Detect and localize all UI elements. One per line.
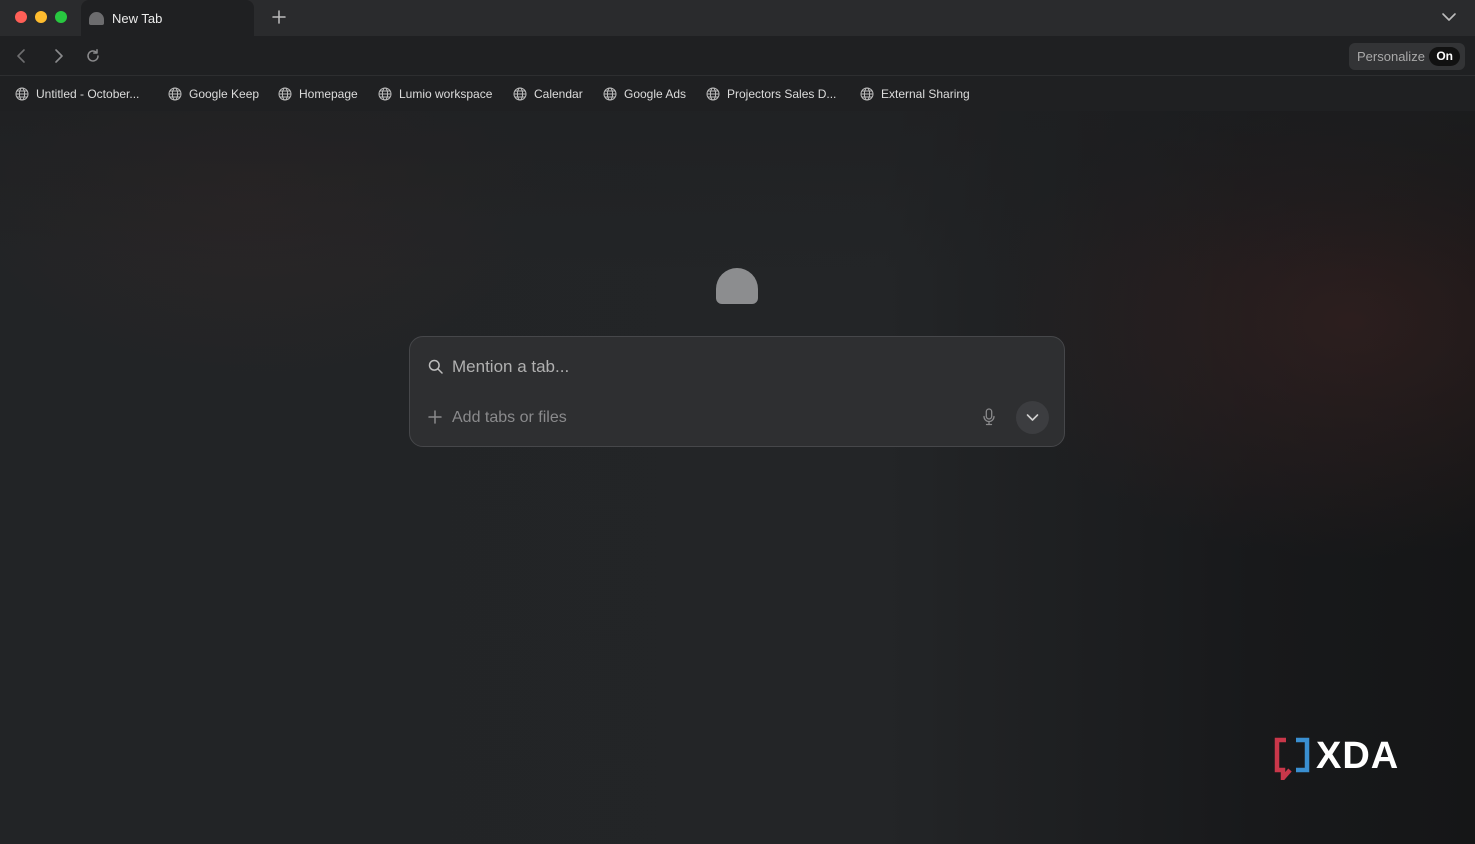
bookmark-item[interactable]: Homepage	[278, 86, 358, 102]
minimize-window-button[interactable]	[35, 11, 47, 23]
tab-title: New Tab	[112, 10, 163, 26]
bookmark-item[interactable]: Untitled - October...	[15, 86, 139, 102]
app-favicon-icon	[89, 11, 104, 25]
xda-watermark: XDA	[1274, 736, 1414, 780]
personalize-toggle[interactable]: On	[1429, 47, 1460, 66]
tab-strip: New Tab	[0, 0, 1475, 36]
globe-icon	[378, 87, 392, 101]
watermark-text: XDA	[1316, 735, 1400, 777]
bookmark-item[interactable]: Calendar	[513, 86, 583, 102]
bookmark-label: Calendar	[534, 87, 583, 101]
globe-icon	[278, 87, 292, 101]
bookmark-label: External Sharing	[881, 87, 970, 101]
chevron-left-icon[interactable]	[14, 48, 30, 64]
maximize-window-button[interactable]	[55, 11, 67, 23]
plus-icon	[272, 10, 286, 24]
add-tabs-or-files-button[interactable]: Add tabs or files	[452, 409, 567, 427]
bookmark-label: Untitled - October...	[36, 87, 140, 101]
tab-overflow-chevron-icon[interactable]	[1441, 10, 1457, 24]
bookmark-label: Homepage	[299, 87, 358, 101]
chevron-down-icon	[1026, 414, 1039, 421]
globe-icon	[603, 87, 617, 101]
close-window-button[interactable]	[15, 11, 27, 23]
search-icon	[428, 359, 443, 374]
mention-tab-input[interactable]	[452, 354, 1012, 380]
chevron-right-icon[interactable]	[50, 48, 66, 64]
reload-icon[interactable]	[85, 48, 101, 64]
bookmark-item[interactable]: Google Ads	[603, 86, 686, 102]
microphone-icon[interactable]	[982, 408, 996, 426]
globe-icon	[513, 87, 527, 101]
page-shade	[0, 111, 1475, 271]
globe-icon	[168, 87, 182, 101]
bookmarks-bar: Untitled - October... Google Keep Homepa…	[0, 77, 1475, 111]
browser-window: New Tab Personalize On Untitled - Octobe…	[0, 0, 1475, 844]
personalize-label: Personalize	[1357, 49, 1425, 64]
personalize-control[interactable]: Personalize On	[1349, 43, 1465, 70]
toolbar: Personalize On	[0, 36, 1475, 76]
new-tab-button[interactable]	[270, 8, 288, 26]
app-logo	[716, 268, 758, 304]
bookmark-label: Google Keep	[189, 87, 260, 101]
globe-icon	[860, 87, 874, 101]
globe-icon	[706, 87, 720, 101]
bookmark-item[interactable]: Projectors Sales D...	[706, 86, 836, 102]
bookmark-label: Projectors Sales D...	[727, 87, 837, 101]
composer-box: Add tabs or files	[409, 336, 1065, 447]
expand-options-button[interactable]	[1016, 401, 1049, 434]
bookmark-label: Google Ads	[624, 87, 687, 101]
bookmark-item[interactable]: Lumio workspace	[378, 86, 492, 102]
tab-new-tab[interactable]: New Tab	[81, 0, 254, 36]
bookmark-item[interactable]: External Sharing	[860, 86, 970, 102]
bookmark-item[interactable]: Google Keep	[168, 86, 259, 102]
plus-icon[interactable]	[428, 410, 442, 424]
new-tab-page: Add tabs or files	[0, 111, 1475, 844]
xda-bracket-logo-icon	[1274, 737, 1310, 780]
bookmark-label: Lumio workspace	[399, 87, 493, 101]
globe-icon	[15, 87, 29, 101]
